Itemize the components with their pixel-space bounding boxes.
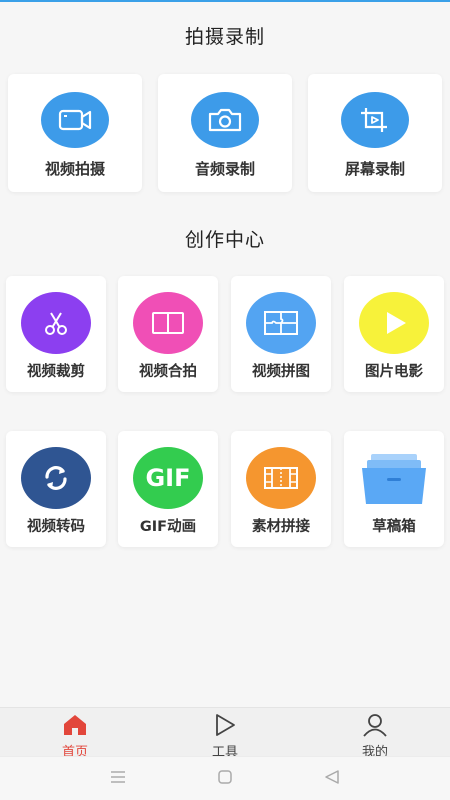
video-duet-label: 视频合拍 — [139, 364, 197, 380]
home-square-icon[interactable] — [217, 769, 233, 789]
gif-icon: GIF — [133, 447, 203, 509]
split-frame-icon — [133, 292, 203, 354]
nav-tools[interactable]: 工具 — [150, 708, 300, 760]
material-splice-label: 素材拼接 — [252, 519, 310, 535]
drafts-box-icon — [359, 447, 429, 509]
video-cut-card[interactable]: 视频裁剪 — [6, 276, 106, 392]
photo-movie-card[interactable]: 图片电影 — [344, 276, 444, 392]
create-section-title: 创作中心 — [184, 229, 265, 251]
screen-record-card[interactable]: 屏幕录制 — [308, 74, 442, 192]
video-camera-icon — [41, 92, 109, 148]
photo-movie-label: 图片电影 — [365, 364, 423, 380]
user-icon — [362, 713, 388, 741]
puzzle-icon — [246, 292, 316, 354]
audio-record-label: 音频录制 — [194, 160, 255, 178]
system-nav-bar — [0, 756, 450, 800]
gif-animation-card[interactable]: GIF GIF动画 — [118, 431, 218, 547]
drafts-box-card[interactable]: 草稿箱 — [344, 431, 444, 547]
capture-section-title: 拍摄录制 — [184, 26, 265, 48]
bottom-nav: 首页 工具 我的 — [0, 707, 450, 760]
material-splice-card[interactable]: 素材拼接 — [231, 431, 331, 547]
screen-record-icon — [341, 92, 409, 148]
film-strip-icon — [246, 447, 316, 509]
convert-arrows-icon — [21, 447, 91, 509]
home-icon — [62, 713, 88, 741]
video-duet-card[interactable]: 视频合拍 — [118, 276, 218, 392]
video-convert-card[interactable]: 视频转码 — [6, 431, 106, 547]
video-collage-card[interactable]: 视频拼图 — [231, 276, 331, 392]
audio-record-card[interactable]: 音频录制 — [158, 74, 292, 192]
video-shoot-card[interactable]: 视频拍摄 — [8, 74, 142, 192]
video-cut-label: 视频裁剪 — [27, 364, 85, 380]
video-shoot-label: 视频拍摄 — [44, 160, 105, 178]
video-convert-label: 视频转码 — [27, 519, 85, 535]
drafts-box-label: 草稿箱 — [372, 519, 416, 535]
screen-record-label: 屏幕录制 — [344, 160, 405, 178]
scissors-icon — [21, 292, 91, 354]
back-icon[interactable] — [324, 769, 340, 789]
video-collage-label: 视频拼图 — [252, 364, 310, 380]
nav-mine[interactable]: 我的 — [300, 708, 450, 760]
camera-icon — [191, 92, 259, 148]
gif-animation-label: GIF动画 — [139, 519, 197, 535]
play-outline-icon — [213, 713, 237, 741]
nav-home[interactable]: 首页 — [0, 708, 150, 760]
gif-icon-text: GIF — [145, 464, 191, 492]
menu-icon[interactable] — [110, 769, 126, 789]
play-icon — [359, 292, 429, 354]
top-accent-line — [0, 0, 450, 2]
